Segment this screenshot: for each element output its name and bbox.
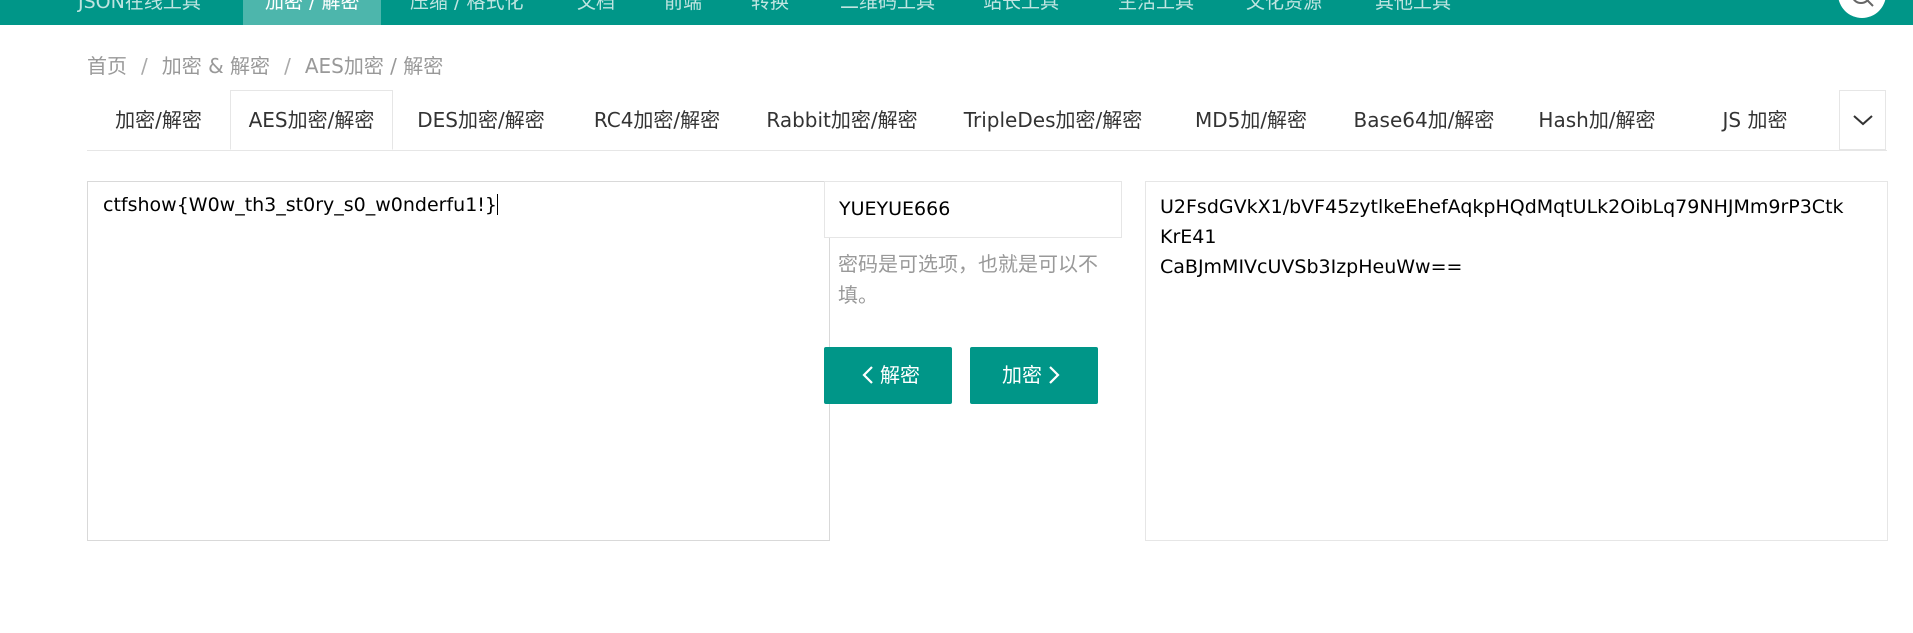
nav-item-culture[interactable]: 文化资源 bbox=[1246, 0, 1322, 25]
ciphertext-textarea[interactable]: U2FsdGVkX1/bVF45zytlkeEhefAqkpHQdMqtULk2… bbox=[1145, 181, 1888, 541]
nav-item-compress[interactable]: 压缩 / 格式化 bbox=[410, 0, 523, 25]
nav-item-convert[interactable]: 转换 bbox=[751, 0, 789, 25]
tab-encrypt-decrypt[interactable]: 加密/解密 bbox=[87, 90, 230, 150]
top-nav-bar: JSON在线工具 加密 / 解密 压缩 / 格式化 文档 前端 转换 二维码工具… bbox=[0, 0, 1913, 25]
breadcrumb: 首页 / 加密 & 解密 / AES加密 / 解密 bbox=[87, 50, 443, 79]
tab-more-button[interactable] bbox=[1839, 90, 1886, 150]
breadcrumb-encrypt[interactable]: 加密 & 解密 bbox=[162, 54, 270, 78]
chevron-left-icon bbox=[862, 365, 873, 384]
tab-des[interactable]: DES加密/解密 bbox=[393, 90, 569, 150]
tab-md5[interactable]: MD5加/解密 bbox=[1167, 90, 1335, 150]
plaintext-textarea[interactable]: ctfshow{W0w_th3_st0ry_s0_w0nderfu1!} bbox=[87, 181, 830, 541]
decrypt-button-label: 解密 bbox=[880, 363, 920, 387]
text-cursor bbox=[497, 194, 499, 215]
nav-item-qrcode[interactable]: 二维码工具 bbox=[840, 0, 935, 25]
nav-item-other[interactable]: 其他工具 bbox=[1375, 0, 1451, 25]
ciphertext-line-2: KrE41 bbox=[1160, 226, 1217, 248]
ciphertext-line-3: CaBJmMIVcUVSb3IzpHeuWw== bbox=[1160, 256, 1463, 278]
tab-tripledes[interactable]: TripleDes加密/解密 bbox=[939, 90, 1167, 150]
plaintext-value: ctfshow{W0w_th3_st0ry_s0_w0nderfu1!} bbox=[103, 194, 498, 216]
tab-rc4[interactable]: RC4加密/解密 bbox=[569, 90, 745, 150]
tab-aes[interactable]: AES加密/解密 bbox=[230, 90, 393, 150]
nav-item-docs[interactable]: 文档 bbox=[577, 0, 615, 25]
breadcrumb-separator: / bbox=[141, 54, 148, 78]
ciphertext-line-1: U2FsdGVkX1/bVF45zytlkeEhefAqkpHQdMqtULk2… bbox=[1160, 196, 1844, 218]
nav-item-encrypt[interactable]: 加密 / 解密 bbox=[243, 0, 382, 25]
search-icon bbox=[1853, 0, 1874, 7]
tab-bar: 加密/解密 AES加密/解密 DES加密/解密 RC4加密/解密 Rabbit加… bbox=[87, 90, 1887, 151]
nav-item-frontend[interactable]: 前端 bbox=[664, 0, 702, 25]
breadcrumb-current: AES加密 / 解密 bbox=[304, 54, 444, 78]
tab-rabbit[interactable]: Rabbit加密/解密 bbox=[745, 90, 939, 150]
encrypt-button-label: 加密 bbox=[1002, 363, 1042, 387]
key-input[interactable]: YUEYUE666 bbox=[824, 181, 1122, 238]
tab-hash[interactable]: Hash加/解密 bbox=[1513, 90, 1681, 150]
key-hint: 密码是可选项，也就是可以不填。 bbox=[838, 252, 1098, 307]
breadcrumb-home[interactable]: 首页 bbox=[87, 54, 127, 78]
breadcrumb-separator: / bbox=[284, 54, 291, 78]
nav-item-life[interactable]: 生活工具 bbox=[1118, 0, 1194, 25]
tab-base64[interactable]: Base64加/解密 bbox=[1335, 90, 1513, 150]
key-value: YUEYUE666 bbox=[839, 198, 951, 220]
nav-item-webmaster[interactable]: 站长工具 bbox=[983, 0, 1059, 25]
search-button[interactable] bbox=[1838, 0, 1886, 18]
decrypt-button[interactable]: 解密 bbox=[824, 347, 952, 404]
chevron-right-icon bbox=[1049, 365, 1060, 384]
tab-js[interactable]: JS 加密 bbox=[1681, 90, 1829, 150]
chevron-down-icon bbox=[1853, 115, 1873, 126]
nav-item-json[interactable]: JSON在线工具 bbox=[78, 0, 201, 25]
encrypt-button[interactable]: 加密 bbox=[970, 347, 1098, 404]
